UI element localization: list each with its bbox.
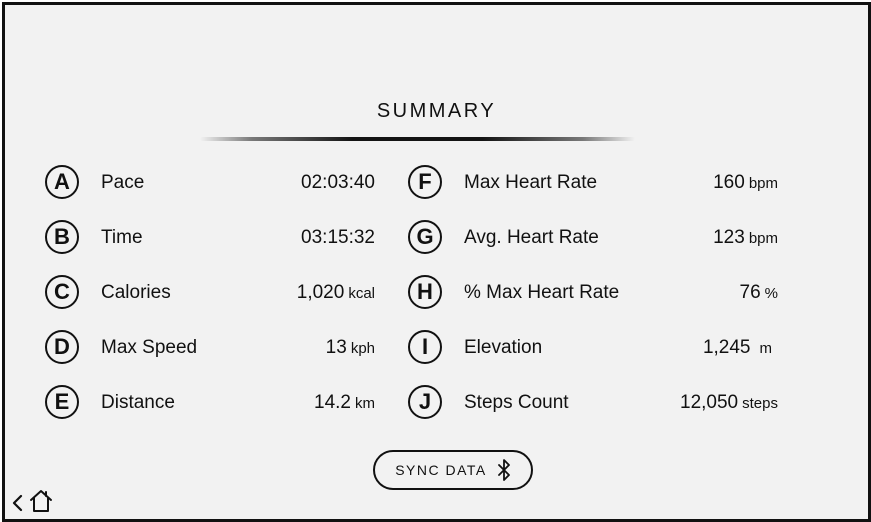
stat-unit: m [759,340,773,357]
stat-badge: D [45,330,79,364]
sync-data-button[interactable]: SYNC DATA [373,450,533,490]
title-divider [200,137,635,141]
chevron-left-icon[interactable] [11,493,25,513]
stat-unit: km [355,395,375,412]
stat-label: Elevation [464,337,543,358]
stat-value: 03:15:32 [301,227,375,248]
stat-row-d: D Max Speed 13 kph [45,330,375,364]
stat-value-wrap: 03:15:32 [215,227,375,249]
stat-row-f: F Max Heart Rate 160 bpm [408,165,778,199]
stat-badge: G [408,220,442,254]
stat-label: Pace [101,172,145,193]
stat-badge: F [408,165,442,199]
stat-badge: E [45,385,79,419]
stat-unit: % [764,285,778,302]
stat-unit: kph [350,340,375,357]
stat-value: 02:03:40 [301,172,375,193]
page-title: SUMMARY [376,100,497,122]
bluetooth-icon [497,459,511,481]
stat-value-wrap: 1,245 m [618,337,778,359]
stat-value-wrap: 123 bpm [618,227,778,249]
stat-label: Avg. Heart Rate [464,227,599,248]
stat-value: 123 [713,227,745,248]
stat-value: 160 [713,172,745,193]
stat-unit: bpm [748,230,778,247]
stat-unit: steps [742,395,778,412]
stat-value: 13 [325,337,347,358]
stat-row-j: J Steps Count 12,050 steps [408,385,778,419]
stat-label: Time [101,227,143,248]
stat-row-b: B Time 03:15:32 [45,220,375,254]
stat-unit: kcal [348,285,375,302]
home-icon[interactable] [29,489,53,513]
stat-value-wrap: 1,020 kcal [215,282,375,304]
stat-row-h: H % Max Heart Rate 76% [408,275,778,309]
stat-value: 12,050 [680,392,739,413]
stat-value-wrap: 160 bpm [618,172,778,194]
stat-unit: bpm [748,175,778,192]
stat-value: 14.2 [314,392,351,413]
stat-row-e: E Distance 14.2 km [45,385,375,419]
stat-label: Max Heart Rate [464,172,598,193]
stat-value: 1,020 [296,282,345,303]
stat-badge: I [408,330,442,364]
stat-value-wrap: 14.2 km [215,392,375,414]
stat-value-wrap: 12,050 steps [618,392,778,414]
stat-value-wrap: 76% [618,282,778,304]
stat-badge: H [408,275,442,309]
stat-label: Calories [101,282,171,303]
stat-label: Max Speed [101,337,198,358]
sync-data-label: SYNC DATA [395,462,487,478]
stat-badge: C [45,275,79,309]
stat-label: Distance [101,392,175,413]
stat-value-wrap: 13 kph [215,337,375,359]
stat-row-c: C Calories 1,020 kcal [45,275,375,309]
stat-value: 76 [739,282,761,303]
stat-label: Steps Count [464,392,569,413]
stat-badge: B [45,220,79,254]
stat-row-g: G Avg. Heart Rate 123 bpm [408,220,778,254]
summary-screen: SUMMARY A Pace 02:03:40 B Time 03:15:32 … [2,2,871,522]
stat-badge: J [408,385,442,419]
stat-row-i: I Elevation 1,245 m [408,330,778,364]
stat-row-a: A Pace 02:03:40 [45,165,375,199]
stat-value-wrap: 02:03:40 [215,172,375,194]
stat-badge: A [45,165,79,199]
stat-value: 1,245 [702,337,751,358]
stat-label: % Max Heart Rate [464,282,620,303]
